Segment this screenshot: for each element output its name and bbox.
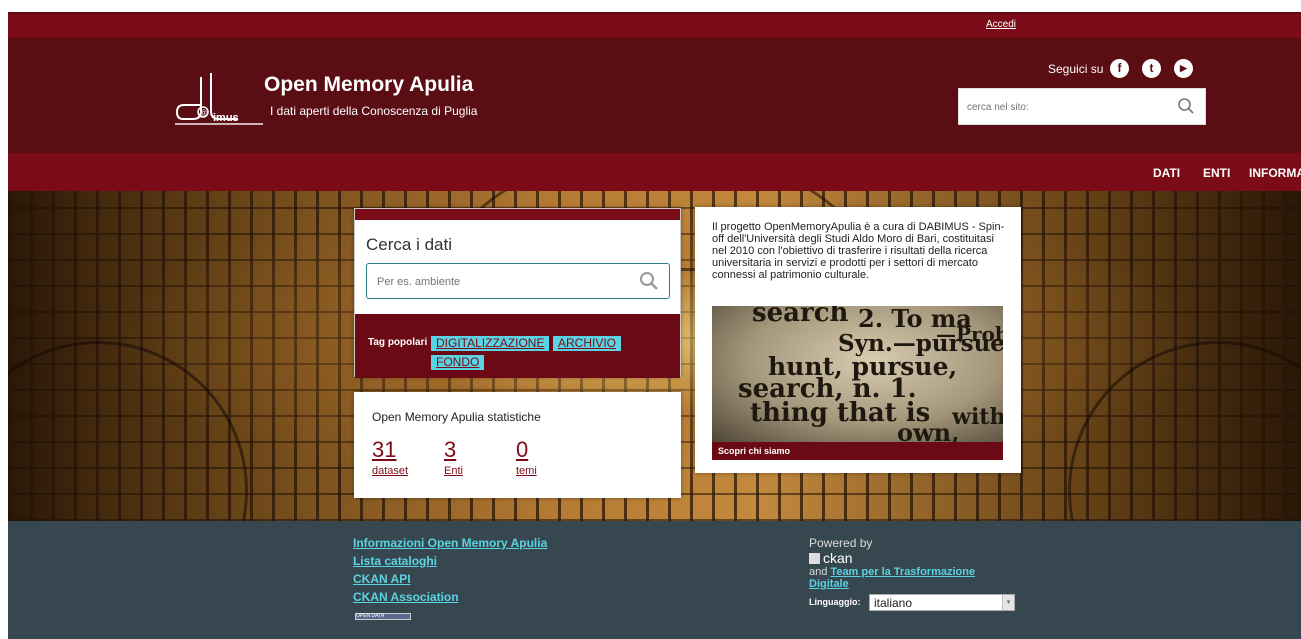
popular-tags-label: Tag popolari [368,337,428,348]
dabimus-logo[interactable]: @ imus [173,71,263,127]
login-link[interactable]: Accedi [986,19,1016,30]
about-panel: Il progetto OpenMemoryApulia è a cura di… [695,207,1021,473]
ckan-label: ckan [823,550,853,566]
footer-link-informazioni[interactable]: Informazioni Open Memory Apulia [353,536,547,550]
site-search-input[interactable] [967,97,1172,117]
stat-dataset-count: 31 [372,437,397,462]
data-search-panel: Cerca i dati Tag popolari DIGITALIZZAZIO… [354,208,681,378]
ckan-icon [809,553,820,564]
open-data-badge[interactable]: OPEN DATA [355,613,411,620]
data-search-input[interactable] [377,273,627,291]
stat-temi-label: temi [516,465,537,477]
tag-archivio[interactable]: ARCHIVIO [553,336,622,351]
stat-dataset-label: dataset [372,465,409,477]
team-link[interactable]: Team per la Trasformazione Digitale [809,566,975,590]
nav-item-informa[interactable]: INFORMA [1249,166,1301,180]
statistics-title: Open Memory Apulia statistiche [372,410,541,424]
top-white-strip [0,0,1301,12]
and-label: and [809,566,828,578]
dictionary-search-image[interactable]: search 2. To ma —Probe Syn.—pursue, hunt… [712,306,1003,442]
hero-arch-right [1068,341,1301,521]
footer-link-cataloghi[interactable]: Lista cataloghi [353,554,437,568]
site-title[interactable]: Open Memory Apulia [264,73,473,97]
footer-link-ckan-api[interactable]: CKAN API [353,572,411,586]
popular-tags: Tag popolari DIGITALIZZAZIONE ARCHIVIO F… [355,314,680,378]
nav-item-enti[interactable]: ENTI [1203,166,1230,180]
stat-temi[interactable]: 0 temi [516,437,537,477]
tag-fondo[interactable]: FONDO [431,355,485,370]
nav-item-dati[interactable]: DATI [1153,166,1180,180]
stat-enti-label: Enti [444,465,463,477]
stat-enti-count: 3 [444,437,457,462]
image-word: own, [897,418,960,442]
powered-by-label: Powered by [809,536,873,550]
image-word: search [752,306,849,328]
stat-dataset[interactable]: 31 dataset [372,437,408,477]
youtube-icon[interactable]: ▶ [1174,59,1193,78]
account-bar: Accedi [8,12,1301,38]
main-nav: DATI ENTI INFORMA [8,153,1301,191]
site-footer: Informazioni Open Memory Apulia Lista ca… [8,521,1301,639]
masthead: @ imus Open Memory Apulia I dati aperti … [8,38,1301,153]
footer-link-ckan-association[interactable]: CKAN Association [353,590,459,604]
data-search-box [366,263,670,299]
hero-arch-left [8,341,248,521]
about-caption-link[interactable]: Scopri chi siamo [712,442,1003,460]
facebook-icon[interactable]: f [1110,59,1129,78]
language-select[interactable]: italiano ▾ [869,594,1015,611]
stat-enti[interactable]: 3 Enti [444,437,463,477]
team-credit: and Team per la Trasformazione Digitale [809,566,1009,590]
stat-temi-count: 0 [516,437,529,462]
search-panel-title: Cerca i dati [366,235,452,254]
statistics-panel: Open Memory Apulia statistiche 31 datase… [354,392,681,498]
search-icon[interactable] [639,271,659,291]
svg-text:imus: imus [213,112,239,124]
language-label: Linguaggio: [809,597,861,607]
language-value: italiano [874,596,913,610]
about-description: Il progetto OpenMemoryApulia è a cura di… [712,221,1005,281]
tag-digitalizzazione[interactable]: DIGITALIZZAZIONE [431,336,550,351]
svg-text:@: @ [200,110,207,117]
site-search [958,88,1206,125]
follow-label: Seguici su [1048,62,1104,76]
image-word: with [952,404,1003,430]
site-subtitle: I dati aperti della Conoscenza di Puglia [270,104,478,118]
twitter-icon[interactable]: t [1142,59,1161,78]
panel-top-strip [355,209,680,220]
search-icon[interactable] [1177,97,1195,115]
chevron-down-icon: ▾ [1002,595,1014,610]
ckan-logo[interactable]: ckan [809,550,853,566]
